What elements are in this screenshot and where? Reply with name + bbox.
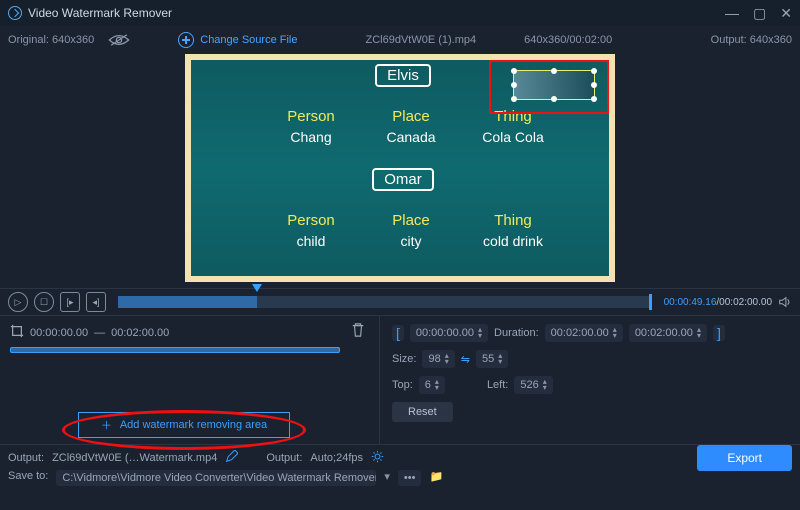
region-list-panel: 00:00:00.00 — 00:02:00.00 ＋ Add watermar…	[0, 316, 380, 444]
plus-circle-icon	[178, 32, 194, 48]
save-path: C:\Vidmore\Vidmore Video Converter\Video…	[56, 470, 376, 486]
original-label: Original: 640x360	[8, 34, 94, 46]
close-button[interactable]: ✕	[780, 6, 792, 20]
maximize-button[interactable]: ▢	[753, 6, 766, 20]
save-row: Save to: C:\Vidmore\Vidmore Video Conver…	[0, 470, 800, 492]
delete-region-button[interactable]	[351, 322, 365, 341]
end-time-input[interactable]: 00:02:00.00▴▾	[629, 324, 707, 342]
size-width-input[interactable]: 98▴▾	[422, 350, 454, 368]
left-label: Left:	[487, 379, 508, 391]
plus-icon: ＋	[101, 417, 112, 433]
set-start-button[interactable]: [	[392, 325, 404, 341]
edit-filename-button[interactable]	[225, 450, 238, 466]
output-label: Output: 640x360	[711, 34, 792, 46]
seek-track[interactable]	[118, 296, 652, 308]
top-label: Top:	[392, 379, 413, 391]
region-crop-icon	[10, 324, 24, 341]
output-filename: ZCl69dVtW0E (…Watermark.mp4	[52, 452, 217, 464]
left-input[interactable]: 526▴▾	[514, 376, 552, 394]
info-bar: Original: 640x360 Change Source File ZCl…	[0, 26, 800, 54]
mark-in-button[interactable]: [▸	[60, 292, 80, 312]
app-logo-icon	[8, 6, 22, 20]
region-end-time: 00:02:00.00	[111, 327, 169, 339]
set-end-button[interactable]: ]	[713, 325, 725, 341]
video-preview[interactable]: Elvis PersonChang PlaceCanada ThingCola …	[185, 54, 615, 282]
title-bar: Video Watermark Remover ― ▢ ✕	[0, 0, 800, 26]
browse-path-button[interactable]: •••	[398, 470, 422, 486]
format-settings-button[interactable]	[371, 450, 384, 466]
region-start-time: 00:00:00.00	[30, 327, 88, 339]
stop-button[interactable]: ☐	[34, 292, 54, 312]
change-source-button[interactable]: Change Source File	[178, 32, 297, 48]
annotation-red-frame-icon	[489, 60, 609, 114]
duration-input[interactable]: 00:02:00.00▴▾	[545, 324, 623, 342]
duration-label: Duration:	[494, 327, 539, 339]
time-display: 00:00:49.16/00:02:00.00	[664, 297, 772, 308]
mark-out-button[interactable]: ◂]	[86, 292, 106, 312]
output-format: Auto;24fps	[310, 452, 363, 464]
source-filename: ZCl69dVtW0E (1).mp4	[365, 34, 476, 46]
aspect-link-icon[interactable]: ⇋	[461, 353, 470, 366]
region-params-panel: [ 00:00:00.00▴▾ Duration: 00:02:00.00▴▾ 0…	[380, 316, 800, 444]
output-file-label: Output:	[8, 452, 44, 464]
output-settings-row: Output: ZCl69dVtW0E (…Watermark.mp4 Outp…	[0, 444, 800, 470]
open-folder-button[interactable]: 📁	[429, 470, 443, 483]
size-height-input[interactable]: 55▴▾	[476, 350, 508, 368]
preview-name-1: Elvis	[375, 64, 431, 87]
volume-icon[interactable]	[778, 295, 792, 309]
preview-name-2: Omar	[372, 168, 434, 191]
minimize-button[interactable]: ―	[725, 6, 739, 20]
playback-bar: ▷ ☐ [▸ ◂] 00:00:49.16/00:02:00.00	[0, 288, 800, 316]
source-dims-time: 640x360/00:02:00	[524, 34, 612, 46]
region-range-bar[interactable]	[10, 347, 340, 353]
output-format-label: Output:	[266, 452, 302, 464]
export-button[interactable]: Export	[697, 445, 792, 471]
preview-visibility-icon[interactable]	[108, 33, 130, 47]
playhead-marker-icon[interactable]	[252, 284, 262, 292]
play-button[interactable]: ▷	[8, 292, 28, 312]
path-chevron-icon[interactable]: ▾	[384, 470, 390, 483]
app-title: Video Watermark Remover	[28, 6, 172, 20]
add-watermark-area-button[interactable]: ＋ Add watermark removing area	[78, 412, 290, 438]
save-to-label: Save to:	[8, 470, 48, 482]
reset-button[interactable]: Reset	[392, 402, 453, 422]
size-label: Size:	[392, 353, 416, 365]
start-time-input[interactable]: 00:00:00.00▴▾	[410, 324, 488, 342]
top-input[interactable]: 6▴▾	[419, 376, 445, 394]
